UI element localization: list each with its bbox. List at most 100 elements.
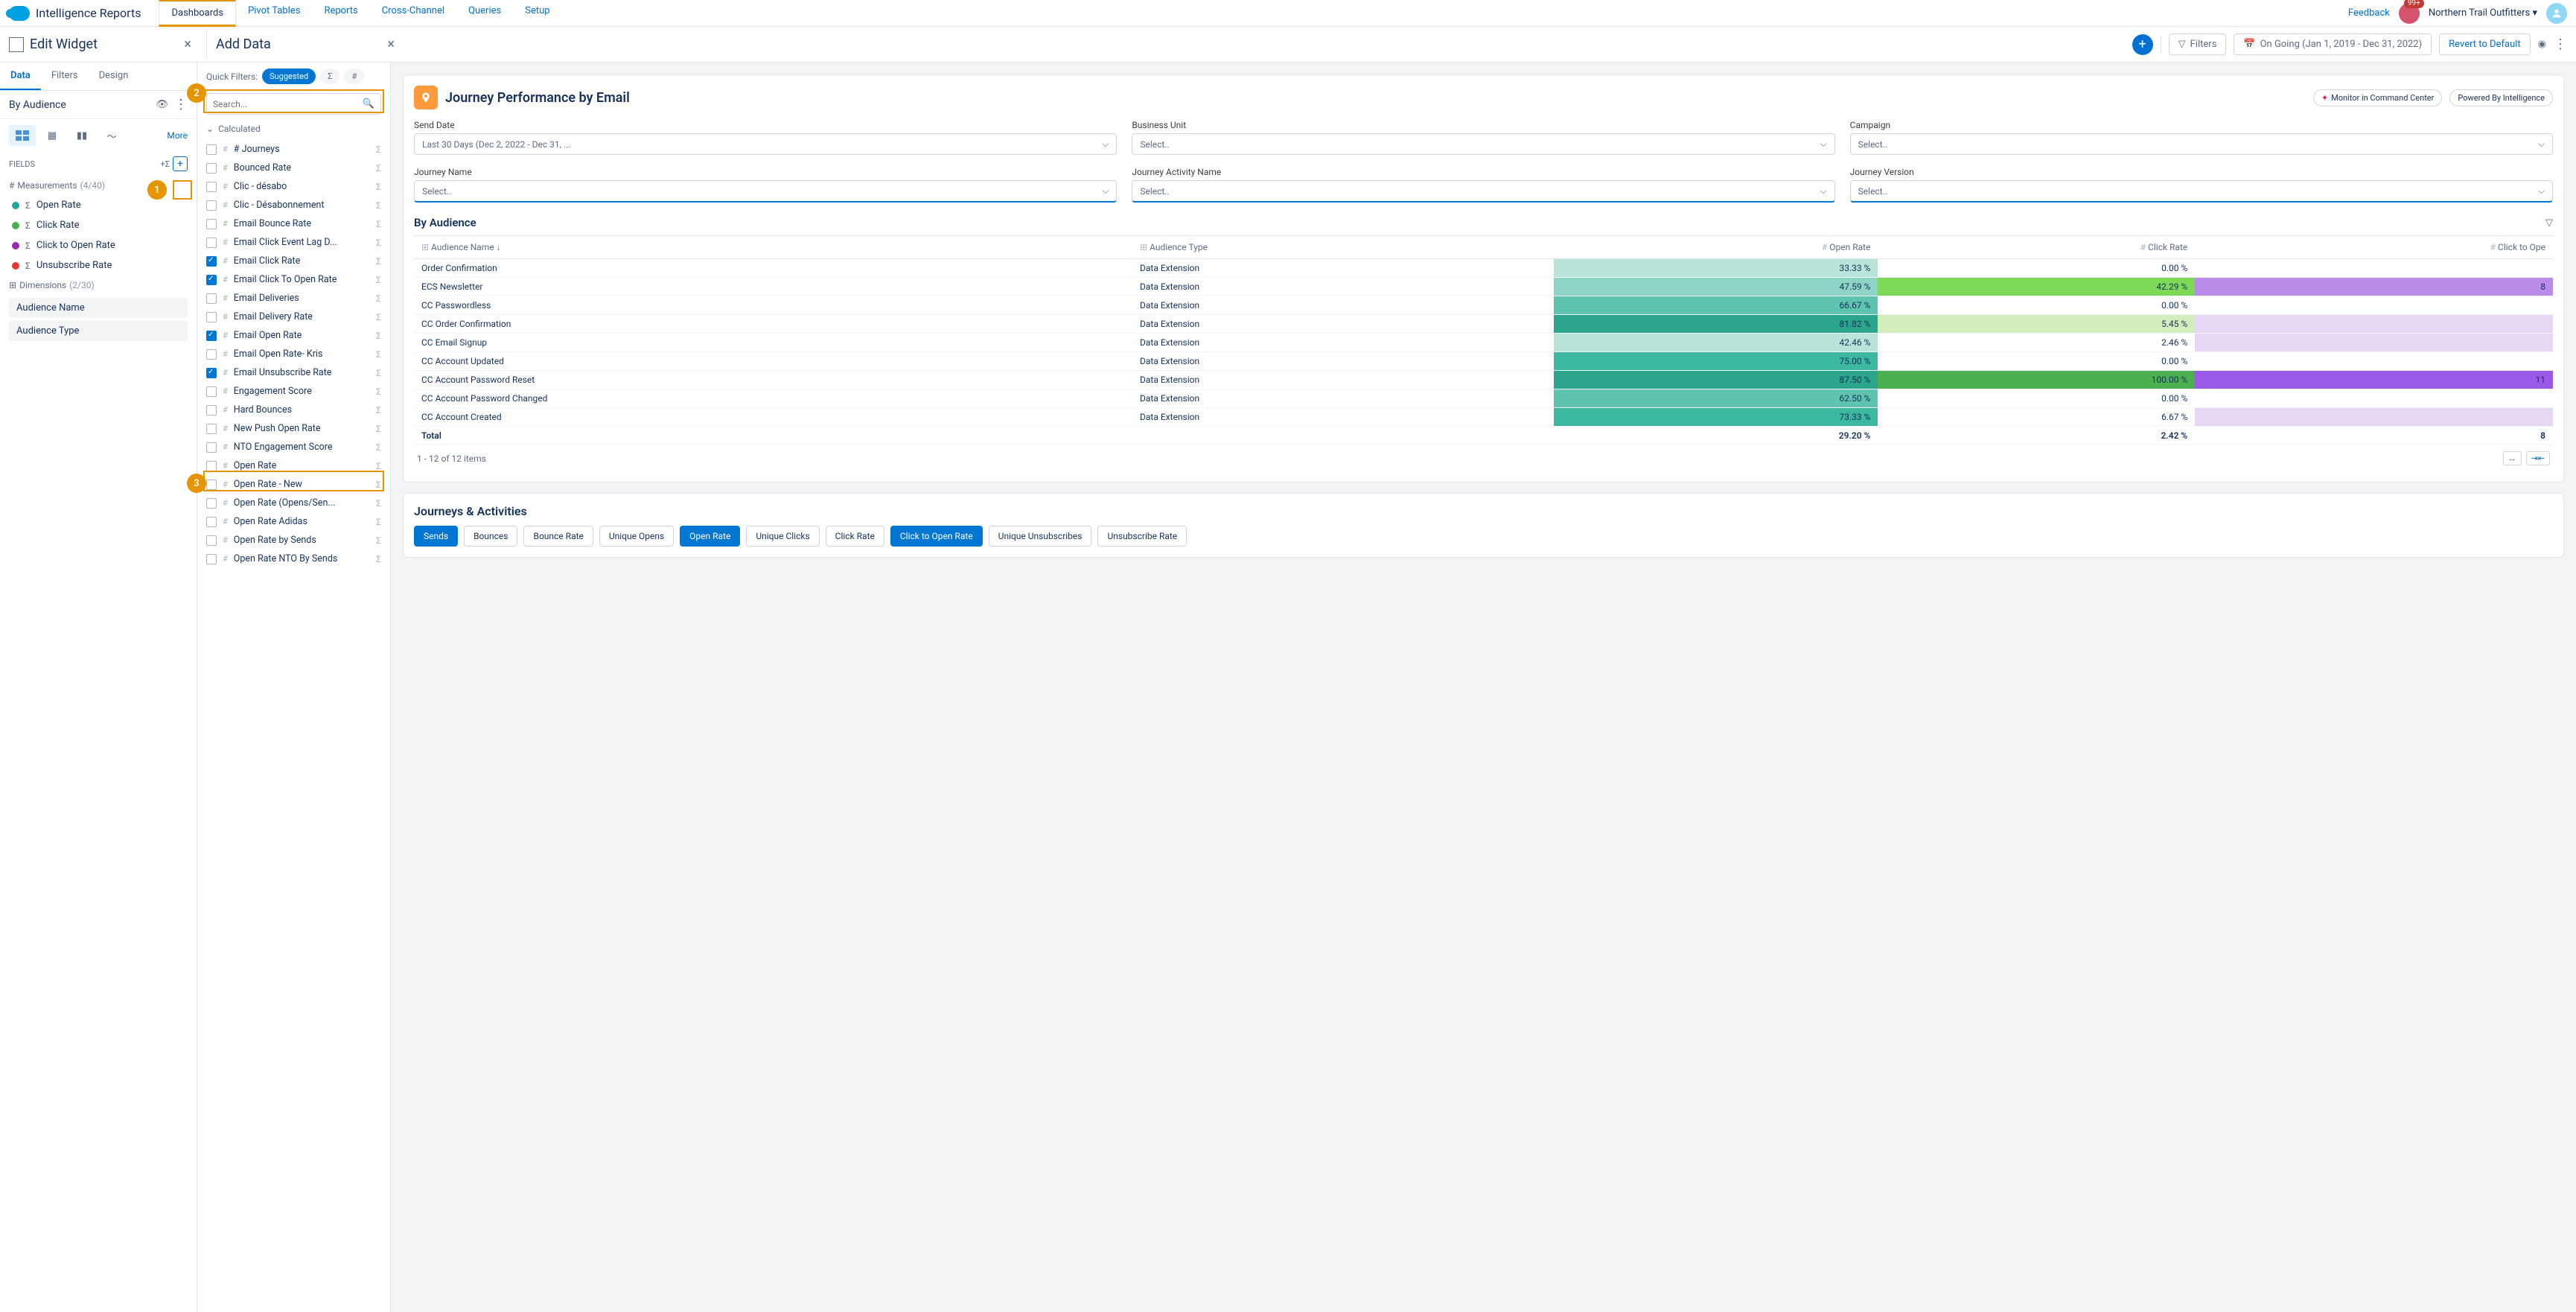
- avatar[interactable]: [2546, 3, 2567, 24]
- chevron-down-icon[interactable]: ⌄: [206, 124, 214, 134]
- field-item[interactable]: #Open Rate AdidasΣ: [197, 512, 390, 531]
- journey-activity-select[interactable]: Select..: [1132, 180, 1834, 203]
- column-header[interactable]: # Click to Ope: [2195, 236, 2553, 259]
- bu-select[interactable]: Select..: [1132, 133, 1834, 155]
- field-item[interactable]: ## JourneysΣ: [197, 140, 390, 159]
- nav-tab-setup[interactable]: Setup: [513, 0, 561, 27]
- viz-heatmap-icon[interactable]: [9, 125, 36, 146]
- metric-chip[interactable]: Unique Opens: [599, 526, 674, 547]
- checkbox[interactable]: [206, 461, 217, 471]
- field-item[interactable]: #Email Open RateΣ: [197, 326, 390, 345]
- nav-tab-reports[interactable]: Reports: [312, 0, 369, 27]
- date-range-button[interactable]: 📅 On Going (Jan 1, 2019 - Dec 31, 2022): [2234, 34, 2432, 55]
- table-row[interactable]: CC Account CreatedData Extension 73.33 %…: [414, 408, 2553, 427]
- measurement-item[interactable]: ΣUnsubscribe Rate: [0, 255, 197, 276]
- audience-menu-icon[interactable]: ⋮: [174, 97, 188, 112]
- table-row[interactable]: CC Order ConfirmationData Extension 81.8…: [414, 315, 2553, 334]
- field-item[interactable]: #Open Rate - NewΣ: [197, 475, 390, 494]
- checkbox[interactable]: [206, 331, 217, 341]
- metric-chip[interactable]: Open Rate: [680, 526, 740, 547]
- monitor-button[interactable]: ✦Monitor in Command Center: [2313, 89, 2443, 106]
- metric-chip[interactable]: Bounces: [464, 526, 517, 547]
- visibility-icon[interactable]: ◉: [2538, 39, 2546, 50]
- sigma-chip[interactable]: Σ: [320, 69, 339, 84]
- metric-chip[interactable]: Unique Clicks: [746, 526, 819, 547]
- field-item[interactable]: #Email Unsubscribe RateΣ: [197, 363, 390, 382]
- checkbox[interactable]: [206, 405, 217, 415]
- astro-icon[interactable]: 99+: [2399, 3, 2420, 24]
- search-input-wrapper[interactable]: 🔍: [206, 93, 381, 115]
- field-item[interactable]: #Email Click RateΣ: [197, 252, 390, 270]
- field-item[interactable]: #Clic - désaboΣ: [197, 177, 390, 196]
- checkbox[interactable]: [206, 498, 217, 509]
- filters-button[interactable]: ▽ Filters: [2169, 34, 2227, 55]
- metric-chip[interactable]: Click to Open Rate: [890, 526, 983, 547]
- nav-tab-pivot-tables[interactable]: Pivot Tables: [236, 0, 312, 27]
- hash-chip[interactable]: #: [344, 69, 364, 84]
- table-filter-icon[interactable]: ▽: [2545, 217, 2553, 229]
- field-item[interactable]: #Hard BouncesΣ: [197, 401, 390, 419]
- checkbox[interactable]: [206, 275, 217, 285]
- checkbox[interactable]: [206, 386, 217, 397]
- column-header[interactable]: # Click Rate: [1878, 236, 2195, 259]
- checkbox[interactable]: [206, 293, 217, 304]
- column-header[interactable]: ⊞ Audience Name ↓: [414, 236, 1132, 259]
- field-item[interactable]: #Open RateΣ: [197, 456, 390, 475]
- table-row[interactable]: CC Account UpdatedData Extension 75.00 %…: [414, 352, 2553, 371]
- field-item[interactable]: #Bounced RateΣ: [197, 159, 390, 177]
- field-item[interactable]: #Email Bounce RateΣ: [197, 214, 390, 233]
- more-viz-link[interactable]: More: [167, 130, 188, 141]
- campaign-select[interactable]: Select..: [1850, 133, 2553, 155]
- send-date-select[interactable]: Last 30 Days (Dec 2, 2022 - Dec 31, ...: [414, 133, 1117, 155]
- column-header[interactable]: ⊞ Audience Type: [1132, 236, 1554, 259]
- measurement-item[interactable]: ΣClick Rate: [0, 215, 197, 235]
- field-item[interactable]: #Email DeliveriesΣ: [197, 289, 390, 308]
- checkbox[interactable]: [206, 200, 217, 211]
- measurement-item[interactable]: ΣClick to Open Rate: [0, 235, 197, 255]
- checkbox[interactable]: [206, 424, 217, 434]
- add-button[interactable]: +: [2132, 34, 2153, 55]
- checkbox[interactable]: [206, 442, 217, 453]
- metric-chip[interactable]: Sends: [414, 526, 458, 547]
- checkbox[interactable]: [206, 368, 217, 378]
- side-tab-design[interactable]: Design: [89, 63, 139, 90]
- suggested-chip[interactable]: Suggested: [262, 69, 316, 84]
- field-item[interactable]: #NTO Engagement ScoreΣ: [197, 438, 390, 456]
- checkbox[interactable]: [206, 349, 217, 360]
- checkbox[interactable]: [206, 256, 217, 267]
- org-selector[interactable]: Northern Trail Outfitters ▾: [2429, 7, 2537, 19]
- journey-version-select[interactable]: Select..: [1850, 180, 2553, 203]
- field-item[interactable]: #Email Click To Open RateΣ: [197, 270, 390, 289]
- field-item[interactable]: #New Push Open RateΣ: [197, 419, 390, 438]
- table-row[interactable]: Order ConfirmationData Extension 33.33 %…: [414, 259, 2553, 278]
- metric-chip[interactable]: Bounce Rate: [523, 526, 593, 547]
- checkbox[interactable]: [206, 480, 217, 490]
- nav-tab-queries[interactable]: Queries: [456, 0, 513, 27]
- field-item[interactable]: #Email Click Event Lag D...Σ: [197, 233, 390, 252]
- table-row[interactable]: CC Account Password ChangedData Extensio…: [414, 389, 2553, 408]
- field-item[interactable]: #Email Delivery RateΣ: [197, 308, 390, 326]
- add-field-button[interactable]: +: [173, 156, 188, 171]
- feedback-link[interactable]: Feedback: [2348, 7, 2390, 19]
- journey-name-select[interactable]: Select..: [414, 180, 1117, 203]
- pager-collapse-icon[interactable]: ⇥⇤: [2526, 451, 2550, 465]
- side-tab-filters[interactable]: Filters: [41, 63, 89, 90]
- powered-button[interactable]: Powered By Intelligence: [2449, 89, 2553, 106]
- metric-chip[interactable]: Unique Unsubscribes: [989, 526, 1092, 547]
- checkbox[interactable]: [206, 238, 217, 248]
- table-row[interactable]: ECS NewsletterData Extension 47.59 % 42.…: [414, 278, 2553, 296]
- checkbox[interactable]: [206, 219, 217, 229]
- table-row[interactable]: CC PasswordlessData Extension 66.67 % 0.…: [414, 296, 2553, 315]
- dimension-item[interactable]: Audience Type: [9, 321, 188, 341]
- field-item[interactable]: #Engagement ScoreΣ: [197, 382, 390, 401]
- visibility-toggle-icon[interactable]: 👁: [156, 99, 168, 110]
- column-header[interactable]: # Open Rate: [1554, 236, 1878, 259]
- checkbox[interactable]: [206, 163, 217, 173]
- table-row[interactable]: CC Account Password ResetData Extension …: [414, 371, 2553, 389]
- table-row[interactable]: CC Email SignupData Extension 42.46 % 2.…: [414, 334, 2553, 352]
- field-item[interactable]: #Open Rate NTO By SendsΣ: [197, 550, 390, 568]
- dimension-item[interactable]: Audience Name: [9, 298, 188, 318]
- measurement-item[interactable]: ΣOpen Rate: [0, 195, 197, 215]
- checkbox[interactable]: [206, 517, 217, 527]
- checkbox[interactable]: [206, 182, 217, 192]
